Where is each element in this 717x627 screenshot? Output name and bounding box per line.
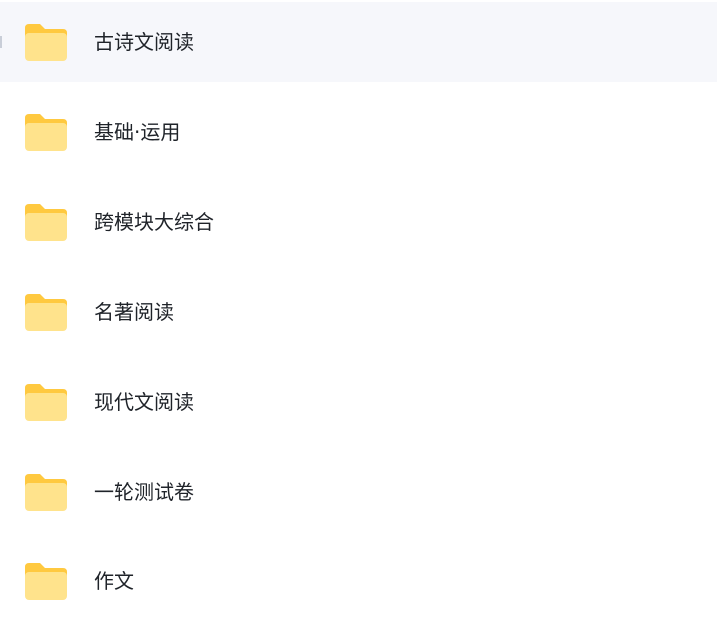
folder-row-kuamokuai[interactable]: 跨模块大综合	[0, 182, 717, 262]
hover-marker	[0, 36, 2, 48]
folder-label: 基础·运用	[94, 120, 181, 144]
folder-row-xiandaiwen[interactable]: 现代文阅读	[0, 362, 717, 442]
folder-row-yilun[interactable]: 一轮测试卷	[0, 452, 717, 532]
folder-row-mingzhu[interactable]: 名著阅读	[0, 272, 717, 352]
folder-row-gushiwen[interactable]: 古诗文阅读	[0, 2, 717, 82]
folder-label: 现代文阅读	[94, 390, 194, 414]
folder-icon	[23, 112, 69, 152]
folder-row-zuowen[interactable]: 作文	[0, 541, 717, 621]
folder-icon	[23, 561, 69, 601]
folder-icon	[23, 22, 69, 62]
folder-icon	[23, 382, 69, 422]
folder-list: 古诗文阅读 基础·运用 跨模块大综合 名著阅读 现代文阅读 一轮测试卷 作文	[0, 0, 717, 627]
folder-icon	[23, 202, 69, 242]
folder-label: 名著阅读	[94, 300, 174, 324]
folder-label: 古诗文阅读	[94, 30, 194, 54]
folder-label: 跨模块大综合	[94, 210, 214, 234]
folder-label: 一轮测试卷	[94, 480, 194, 504]
folder-row-jichu[interactable]: 基础·运用	[0, 92, 717, 172]
folder-label: 作文	[94, 569, 134, 593]
folder-icon	[23, 472, 69, 512]
folder-icon	[23, 292, 69, 332]
